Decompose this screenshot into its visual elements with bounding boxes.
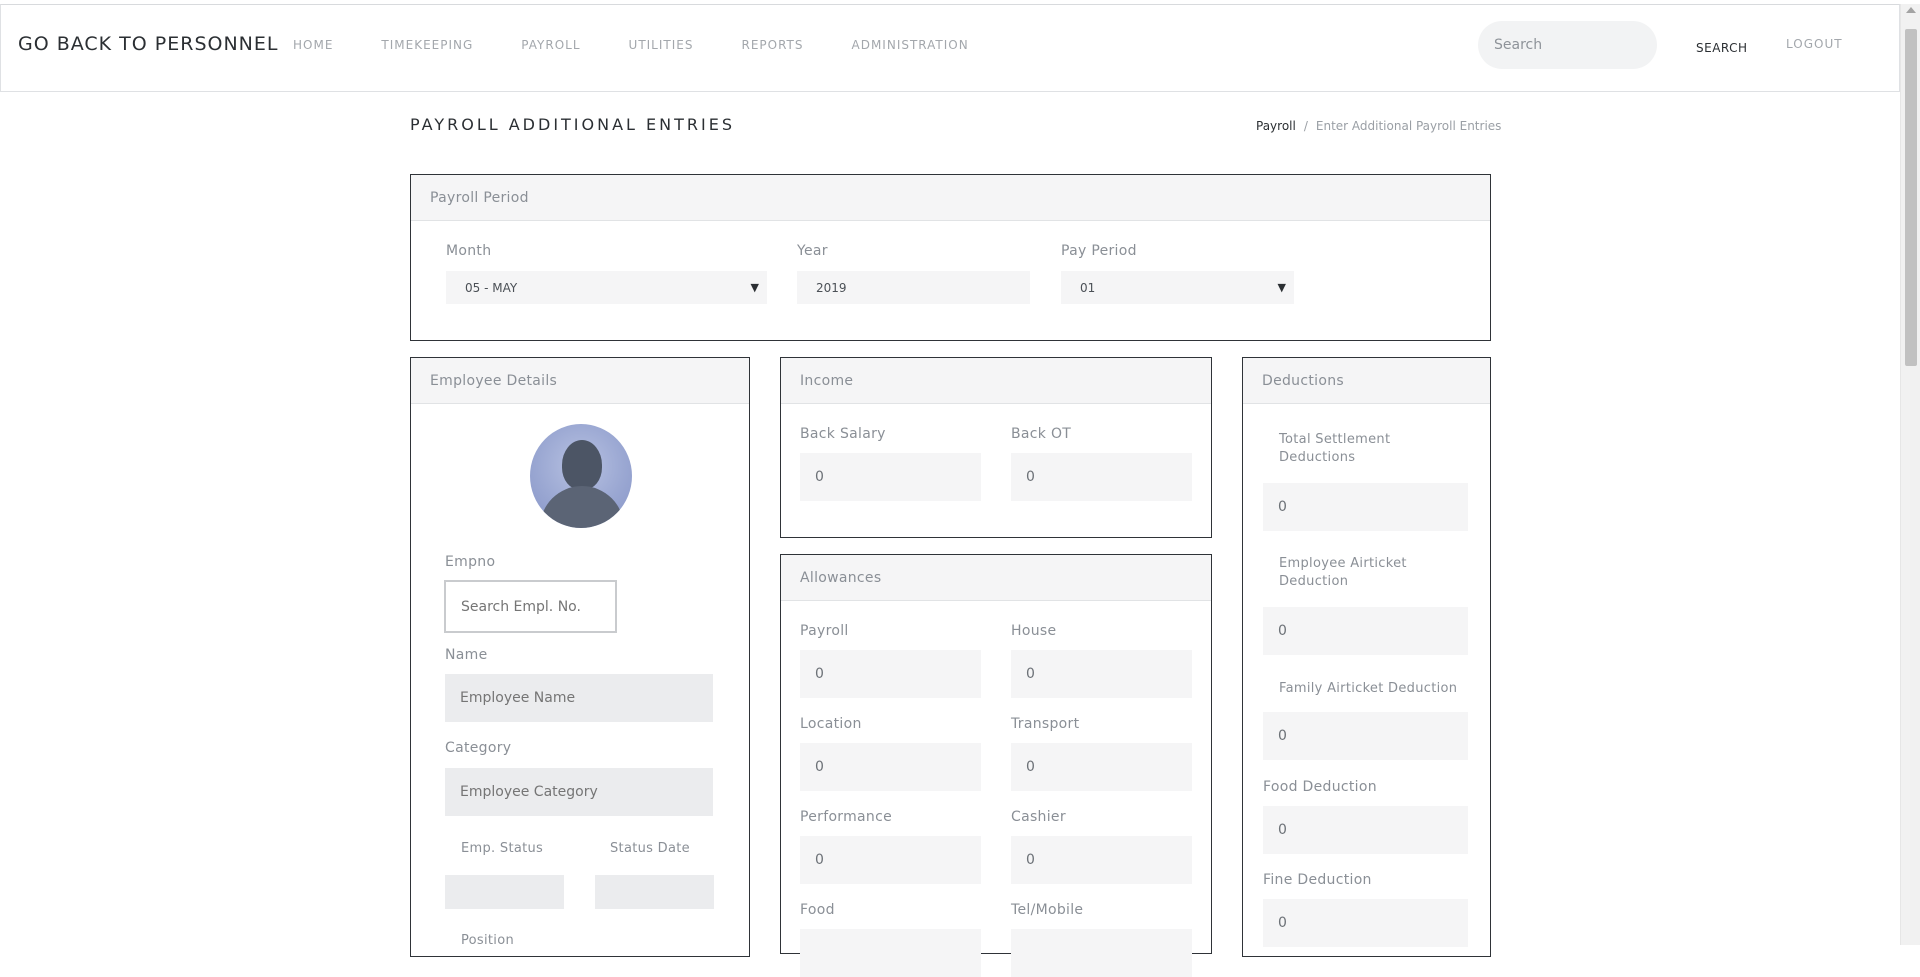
pay-period-label: Pay Period: [1061, 243, 1137, 259]
family-airticket-label: Family Airticket Deduction: [1279, 681, 1458, 696]
month-select[interactable]: 05 - MAY ▼: [446, 271, 767, 304]
nav-administration[interactable]: ADMINISTRATION: [852, 38, 969, 52]
food-allowance-label: Food: [800, 902, 835, 918]
year-label: Year: [797, 243, 828, 259]
nav-reports[interactable]: REPORTS: [741, 38, 803, 52]
payroll-allowance-input[interactable]: [800, 650, 981, 698]
total-settlement-label: Total Settlement Deductions: [1279, 432, 1391, 465]
month-value: 05 - MAY: [465, 281, 518, 295]
name-label: Name: [445, 647, 488, 663]
food-deduction-label: Food Deduction: [1263, 779, 1377, 795]
back-salary-input[interactable]: [800, 453, 981, 501]
back-salary-label: Back Salary: [800, 426, 886, 442]
payroll-allowance-label: Payroll: [800, 623, 849, 639]
employee-name-field[interactable]: [445, 674, 713, 722]
payroll-period-title: Payroll Period: [411, 175, 1490, 221]
search-button[interactable]: SEARCH: [1696, 41, 1748, 55]
house-allowance-input[interactable]: [1011, 650, 1192, 698]
empno-label: Empno: [445, 554, 496, 570]
emp-status-label: Emp. Status: [461, 841, 544, 856]
tel-mobile-allowance-label: Tel/Mobile: [1011, 902, 1084, 918]
top-navbar: GO BACK TO PERSONNEL HOME TIMEKEEPING PA…: [0, 4, 1900, 92]
status-date-label: Status Date: [610, 841, 690, 856]
nav-home[interactable]: HOME: [293, 38, 333, 52]
total-settlement-input[interactable]: [1263, 483, 1468, 531]
nav-timekeeping[interactable]: TIMEKEEPING: [381, 38, 473, 52]
allowances-title: Allowances: [781, 555, 1211, 601]
search-input[interactable]: [1478, 21, 1657, 69]
main-nav: HOME TIMEKEEPING PAYROLL UTILITIES REPOR…: [293, 38, 1017, 52]
breadcrumb-current: Enter Additional Payroll Entries: [1315, 119, 1502, 133]
year-field[interactable]: 2019: [797, 271, 1030, 304]
page-scrollbar[interactable]: [1900, 4, 1920, 945]
employee-airticket-label: Employee Airticket Deduction: [1279, 556, 1407, 589]
fine-deduction-input[interactable]: [1263, 899, 1468, 947]
employee-avatar: [530, 424, 632, 528]
payroll-period-panel: Payroll Period Month 05 - MAY ▼ Year 201…: [410, 174, 1491, 341]
logout-button[interactable]: LOGOUT: [1786, 37, 1843, 51]
emp-status-field[interactable]: [445, 875, 564, 909]
allowances-panel: Allowances Payroll House Location Transp…: [780, 554, 1212, 977]
scroll-thumb[interactable]: [1905, 29, 1917, 366]
transport-allowance-input[interactable]: [1011, 743, 1192, 791]
dropdown-caret-icon: ▼: [1277, 281, 1286, 294]
performance-allowance-input[interactable]: [800, 836, 981, 884]
avatar-silhouette-icon: [562, 440, 602, 490]
scroll-up-arrow-icon[interactable]: [1906, 7, 1916, 13]
income-panel: Income Back Salary Back OT: [780, 357, 1212, 538]
employee-details-title: Employee Details: [411, 358, 749, 404]
status-date-field[interactable]: [595, 875, 714, 909]
page-title: PAYROLL ADDITIONAL ENTRIES: [410, 115, 735, 134]
breadcrumb: Payroll / Enter Additional Payroll Entries: [1256, 119, 1501, 133]
back-to-personnel-link[interactable]: GO BACK TO PERSONNEL: [18, 33, 278, 55]
back-ot-input[interactable]: [1011, 453, 1192, 501]
employee-airticket-input[interactable]: [1263, 607, 1468, 655]
income-title: Income: [781, 358, 1211, 404]
category-label: Category: [445, 740, 512, 756]
position-label: Position: [461, 933, 515, 948]
nav-utilities[interactable]: UTILITIES: [629, 38, 694, 52]
deductions-title: Deductions: [1243, 358, 1490, 404]
dropdown-caret-icon: ▼: [750, 281, 759, 294]
cashier-allowance-label: Cashier: [1011, 809, 1066, 825]
tel-mobile-allowance-input[interactable]: [1011, 929, 1192, 977]
empno-search-input[interactable]: [444, 580, 617, 633]
pay-period-value: 01: [1080, 281, 1096, 295]
transport-allowance-label: Transport: [1011, 716, 1080, 732]
fine-deduction-label: Fine Deduction: [1263, 872, 1372, 888]
month-label: Month: [446, 243, 492, 259]
family-airticket-input[interactable]: [1263, 712, 1468, 760]
year-value: 2019: [816, 281, 847, 295]
performance-allowance-label: Performance: [800, 809, 893, 825]
breadcrumb-separator: /: [1303, 119, 1308, 133]
back-ot-label: Back OT: [1011, 426, 1072, 442]
nav-payroll[interactable]: PAYROLL: [521, 38, 580, 52]
cashier-allowance-input[interactable]: [1011, 836, 1192, 884]
location-allowance-input[interactable]: [800, 743, 981, 791]
employee-details-panel: Employee Details Empno Name Category Emp…: [410, 357, 750, 957]
deductions-panel: Deductions Total Settlement Deductions E…: [1242, 357, 1491, 957]
house-allowance-label: House: [1011, 623, 1057, 639]
pay-period-select[interactable]: 01 ▼: [1061, 271, 1294, 304]
breadcrumb-payroll[interactable]: Payroll: [1256, 119, 1296, 133]
food-allowance-input[interactable]: [800, 929, 981, 977]
location-allowance-label: Location: [800, 716, 862, 732]
employee-category-field[interactable]: [445, 768, 713, 816]
food-deduction-input[interactable]: [1263, 806, 1468, 854]
